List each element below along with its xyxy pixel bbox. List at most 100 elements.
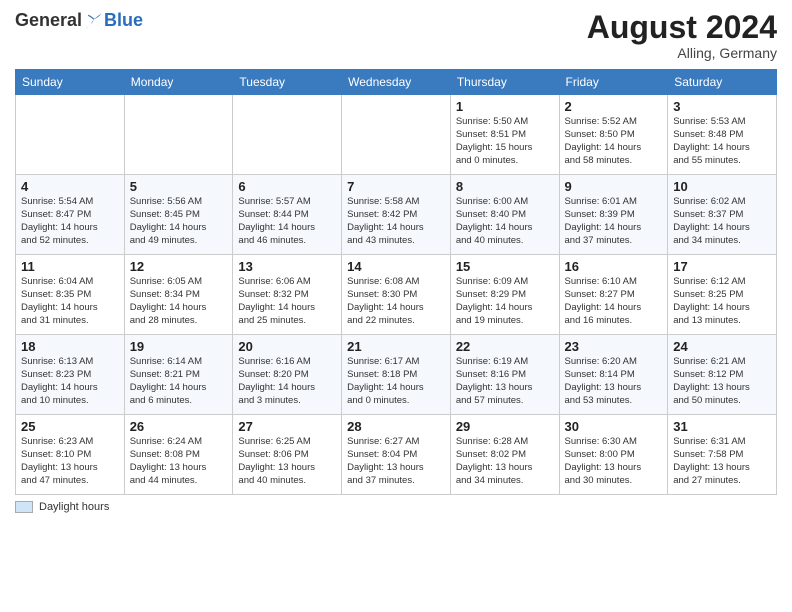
cell-info-3: Sunrise: 5:53 AM Sunset: 8:48 PM Dayligh… — [673, 116, 771, 167]
cell-info-29: Sunrise: 6:28 AM Sunset: 8:02 PM Dayligh… — [456, 436, 554, 487]
cell-1-5: 9Sunrise: 6:01 AM Sunset: 8:39 PM Daylig… — [559, 175, 668, 255]
cell-4-2: 27 Sunrise: 6:25 AM Sunset: 8:06 PM Dayli… — [233, 415, 342, 495]
day-number-18: 18 — [21, 339, 119, 354]
cell-4-0: 25 Sunrise: 6:23 AM Sunset: 8:10 PM Dayli… — [16, 415, 125, 495]
day-number-15: 15 — [456, 259, 554, 274]
day-number-6: 6 — [238, 179, 336, 194]
calendar-table: Sunday Monday Tuesday Wednesday Thursday… — [15, 69, 777, 495]
day-number-8: 8 — [456, 179, 554, 194]
day-number-31: 31 — [673, 419, 771, 434]
cell-2-4: 15 Sunrise: 6:09 AM Sunset: 8:29 PM Dayli… — [450, 255, 559, 335]
cell-info-6: Sunrise: 5:57 AM Sunset: 8:44 PM Dayligh… — [238, 196, 336, 247]
day-number-5: 5 — [130, 179, 228, 194]
header: General Blue August 2024 Alling, Germany — [15, 10, 777, 61]
week-row-3: 11 Sunrise: 6:04 AM Sunset: 8:35 PM Dayli… — [16, 255, 777, 335]
cell-0-0 — [16, 95, 125, 175]
header-saturday: Saturday — [668, 70, 777, 95]
cell-1-2: 6 Sunrise: 5:57 AM Sunset: 8:44 PM Daylig… — [233, 175, 342, 255]
week-row-4: 18 Sunrise: 6:13 AM Sunset: 8:23 PM Dayli… — [16, 335, 777, 415]
legend: Daylight hours — [15, 501, 777, 513]
cell-3-5: 23 Sunrise: 6:20 AM Sunset: 8:14 PM Dayli… — [559, 335, 668, 415]
cell-4-4: 29 Sunrise: 6:28 AM Sunset: 8:02 PM Dayli… — [450, 415, 559, 495]
header-monday: Monday — [124, 70, 233, 95]
cell-1-3: 7 Sunrise: 5:58 AM Sunset: 8:42 PM Daylig… — [342, 175, 451, 255]
cell-info-5: Sunrise: 5:56 AM Sunset: 8:45 PM Dayligh… — [130, 196, 228, 247]
cell-2-2: 13 Sunrise: 6:06 AM Sunset: 8:32 PM Dayli… — [233, 255, 342, 335]
cell-2-3: 14Sunrise: 6:08 AM Sunset: 8:30 PM Dayli… — [342, 255, 451, 335]
cell-3-2: 20 Sunrise: 6:16 AM Sunset: 8:20 PM Dayli… — [233, 335, 342, 415]
day-number-25: 25 — [21, 419, 119, 434]
header-wednesday: Wednesday — [342, 70, 451, 95]
week-row-5: 25 Sunrise: 6:23 AM Sunset: 8:10 PM Dayli… — [16, 415, 777, 495]
month-year: August 2024 — [587, 10, 777, 45]
day-number-23: 23 — [565, 339, 663, 354]
cell-0-5: 2 Sunrise: 5:52 AM Sunset: 8:50 PM Daylig… — [559, 95, 668, 175]
cell-0-3 — [342, 95, 451, 175]
logo-bird-icon — [84, 11, 104, 31]
cell-info-2: Sunrise: 5:52 AM Sunset: 8:50 PM Dayligh… — [565, 116, 663, 167]
cell-info-24: Sunrise: 6:21 AM Sunset: 8:12 PM Dayligh… — [673, 356, 771, 407]
cell-info-23: Sunrise: 6:20 AM Sunset: 8:14 PM Dayligh… — [565, 356, 663, 407]
cell-info-27: Sunrise: 6:25 AM Sunset: 8:06 PM Dayligh… — [238, 436, 336, 487]
cell-3-3: 21 Sunrise: 6:17 AM Sunset: 8:18 PM Dayli… — [342, 335, 451, 415]
cell-info-18: Sunrise: 6:13 AM Sunset: 8:23 PM Dayligh… — [21, 356, 119, 407]
cell-info-1: Sunrise: 5:50 AM Sunset: 8:51 PM Dayligh… — [456, 116, 554, 167]
cell-info-31: Sunrise: 6:31 AM Sunset: 7:58 PM Dayligh… — [673, 436, 771, 487]
day-number-7: 7 — [347, 179, 445, 194]
cell-2-0: 11 Sunrise: 6:04 AM Sunset: 8:35 PM Dayli… — [16, 255, 125, 335]
cell-info-10: Sunrise: 6:02 AM Sunset: 8:37 PM Dayligh… — [673, 196, 771, 247]
day-number-20: 20 — [238, 339, 336, 354]
cell-info-30: Sunrise: 6:30 AM Sunset: 8:00 PM Dayligh… — [565, 436, 663, 487]
cell-4-5: 30 Sunrise: 6:30 AM Sunset: 8:00 PM Dayli… — [559, 415, 668, 495]
cell-info-16: Sunrise: 6:10 AM Sunset: 8:27 PM Dayligh… — [565, 276, 663, 327]
cell-info-15: Sunrise: 6:09 AM Sunset: 8:29 PM Dayligh… — [456, 276, 554, 327]
cell-info-7: Sunrise: 5:58 AM Sunset: 8:42 PM Dayligh… — [347, 196, 445, 247]
cell-3-4: 22Sunrise: 6:19 AM Sunset: 8:16 PM Dayli… — [450, 335, 559, 415]
cell-4-6: 31 Sunrise: 6:31 AM Sunset: 7:58 PM Dayli… — [668, 415, 777, 495]
legend-label: Daylight hours — [39, 501, 109, 513]
legend-color-box — [15, 501, 33, 513]
day-number-30: 30 — [565, 419, 663, 434]
day-number-11: 11 — [21, 259, 119, 274]
day-number-21: 21 — [347, 339, 445, 354]
cell-info-22: Sunrise: 6:19 AM Sunset: 8:16 PM Dayligh… — [456, 356, 554, 407]
day-number-29: 29 — [456, 419, 554, 434]
cell-info-26: Sunrise: 6:24 AM Sunset: 8:08 PM Dayligh… — [130, 436, 228, 487]
cell-2-6: 17Sunrise: 6:12 AM Sunset: 8:25 PM Dayli… — [668, 255, 777, 335]
location: Alling, Germany — [587, 45, 777, 61]
cell-4-1: 26 Sunrise: 6:24 AM Sunset: 8:08 PM Dayli… — [124, 415, 233, 495]
day-number-16: 16 — [565, 259, 663, 274]
cell-info-9: Sunrise: 6:01 AM Sunset: 8:39 PM Dayligh… — [565, 196, 663, 247]
cell-1-4: 8 Sunrise: 6:00 AM Sunset: 8:40 PM Daylig… — [450, 175, 559, 255]
cell-info-19: Sunrise: 6:14 AM Sunset: 8:21 PM Dayligh… — [130, 356, 228, 407]
cell-info-21: Sunrise: 6:17 AM Sunset: 8:18 PM Dayligh… — [347, 356, 445, 407]
logo: General Blue — [15, 10, 143, 31]
day-number-12: 12 — [130, 259, 228, 274]
cell-info-11: Sunrise: 6:04 AM Sunset: 8:35 PM Dayligh… — [21, 276, 119, 327]
day-number-3: 3 — [673, 99, 771, 114]
header-sunday: Sunday — [16, 70, 125, 95]
day-number-27: 27 — [238, 419, 336, 434]
cell-2-5: 16 Sunrise: 6:10 AM Sunset: 8:27 PM Dayli… — [559, 255, 668, 335]
day-number-1: 1 — [456, 99, 554, 114]
cell-info-13: Sunrise: 6:06 AM Sunset: 8:32 PM Dayligh… — [238, 276, 336, 327]
week-row-2: 4Sunrise: 5:54 AM Sunset: 8:47 PM Daylig… — [16, 175, 777, 255]
day-number-28: 28 — [347, 419, 445, 434]
cell-info-28: Sunrise: 6:27 AM Sunset: 8:04 PM Dayligh… — [347, 436, 445, 487]
day-number-13: 13 — [238, 259, 336, 274]
logo-blue-text: Blue — [104, 10, 143, 31]
cell-info-20: Sunrise: 6:16 AM Sunset: 8:20 PM Dayligh… — [238, 356, 336, 407]
cell-3-1: 19 Sunrise: 6:14 AM Sunset: 8:21 PM Dayli… — [124, 335, 233, 415]
day-number-19: 19 — [130, 339, 228, 354]
cell-3-0: 18 Sunrise: 6:13 AM Sunset: 8:23 PM Dayli… — [16, 335, 125, 415]
day-number-26: 26 — [130, 419, 228, 434]
cell-0-2 — [233, 95, 342, 175]
cell-info-25: Sunrise: 6:23 AM Sunset: 8:10 PM Dayligh… — [21, 436, 119, 487]
day-number-17: 17 — [673, 259, 771, 274]
logo-general-text: General — [15, 10, 82, 31]
day-number-14: 14 — [347, 259, 445, 274]
cell-info-8: Sunrise: 6:00 AM Sunset: 8:40 PM Dayligh… — [456, 196, 554, 247]
days-header-row: Sunday Monday Tuesday Wednesday Thursday… — [16, 70, 777, 95]
header-tuesday: Tuesday — [233, 70, 342, 95]
day-number-2: 2 — [565, 99, 663, 114]
